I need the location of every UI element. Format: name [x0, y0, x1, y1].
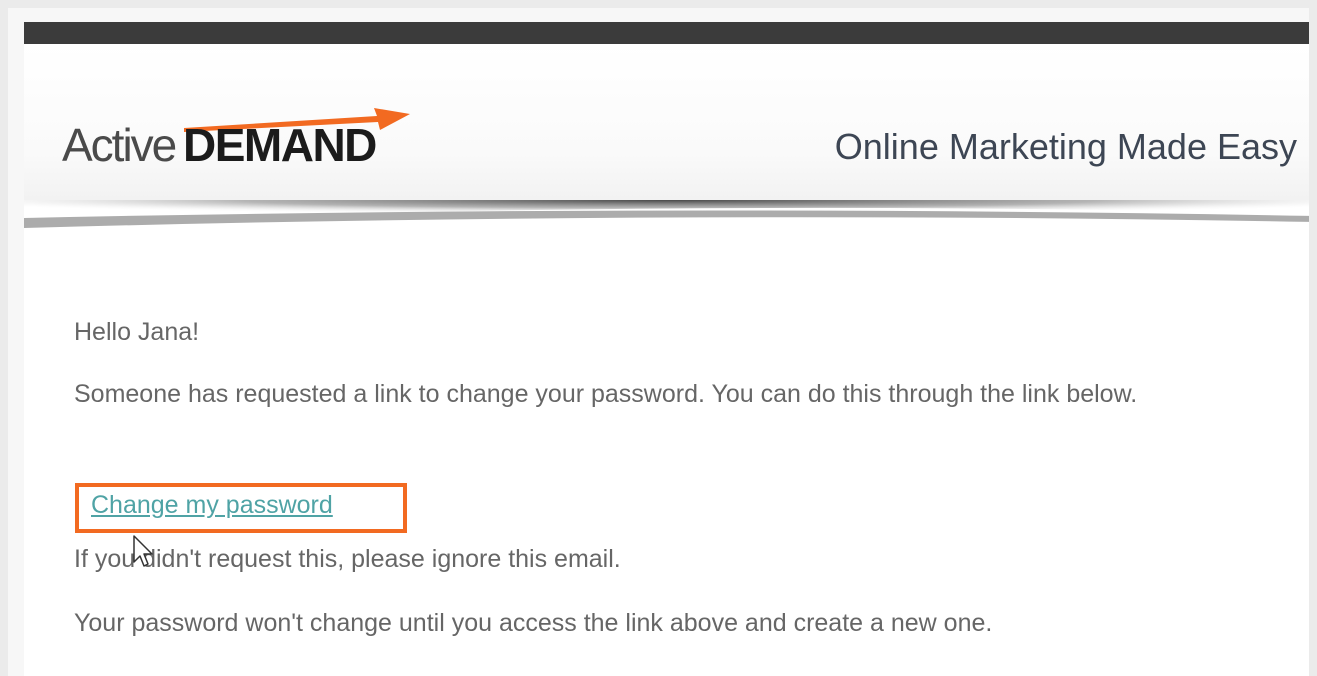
screenshot-frame: Active DEMAND Online Marketing Made Easy…	[8, 8, 1309, 676]
email-greeting: Hello Jana!	[74, 318, 200, 346]
email-note-text: Your password won't change until you acc…	[74, 609, 993, 637]
activedemand-logo: Active DEMAND	[62, 104, 410, 174]
header-shadow-divider	[24, 200, 1309, 228]
email-ignore-text: If you didn't request this, please ignor…	[74, 545, 621, 573]
email-body: Active DEMAND Online Marketing Made Easy…	[24, 22, 1309, 676]
pointer-cursor-icon	[133, 535, 153, 567]
change-password-link[interactable]: Change my password	[91, 488, 333, 522]
email-header: Active DEMAND Online Marketing Made Easy	[24, 44, 1309, 200]
top-bar	[24, 22, 1309, 44]
email-message: Someone has requested a link to change y…	[74, 380, 1138, 408]
logo-demand-text: DEMAND	[183, 119, 377, 171]
tagline: Online Marketing Made Easy	[834, 126, 1297, 167]
logo-active-text: Active	[62, 119, 177, 171]
